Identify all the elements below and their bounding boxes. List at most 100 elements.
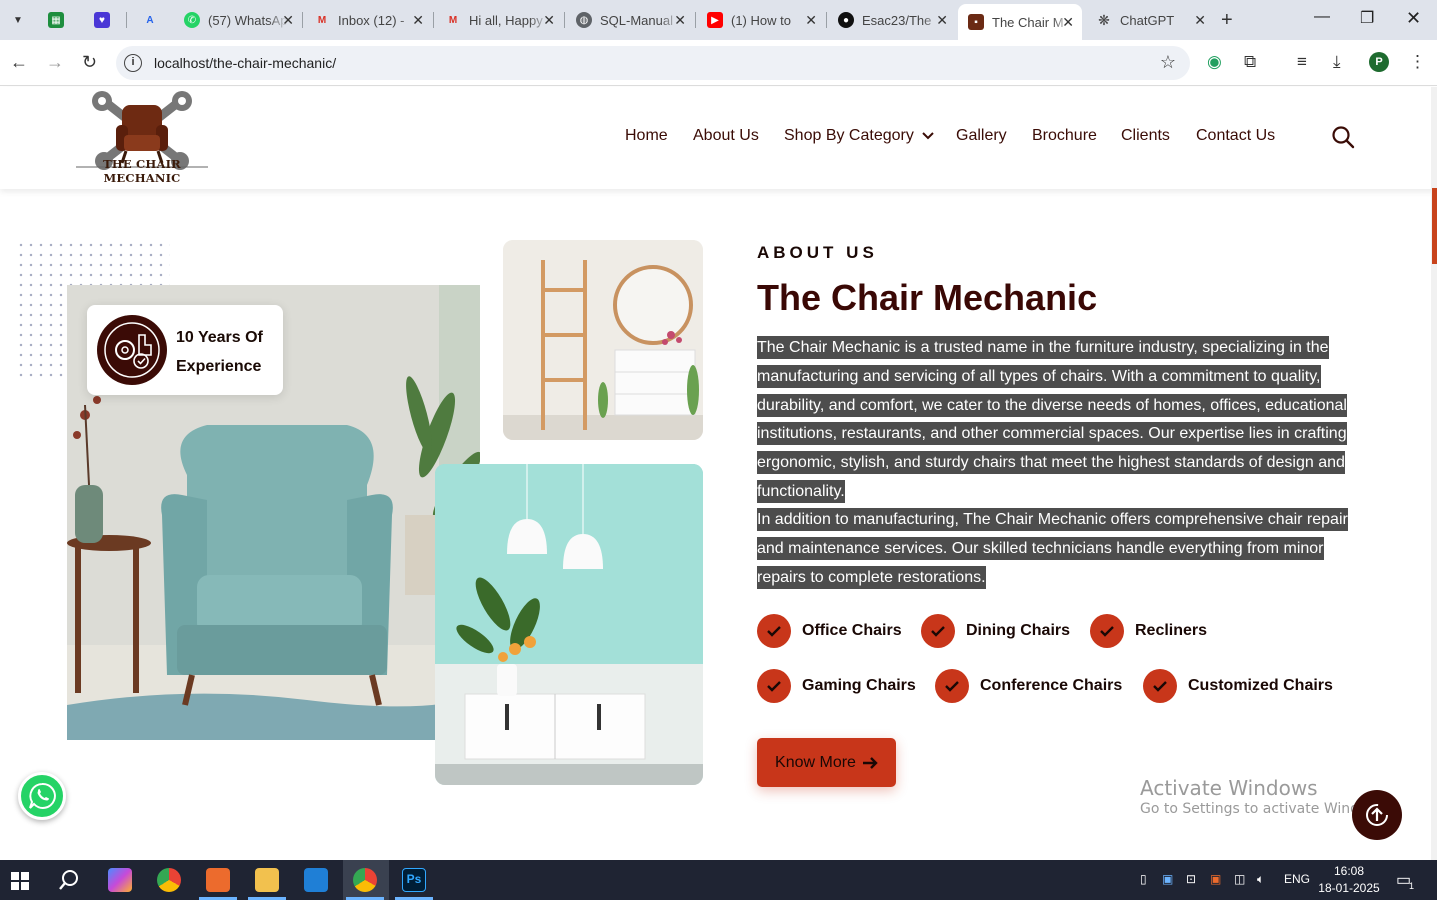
volume-icon[interactable]: 🔈︎ xyxy=(1257,872,1264,887)
heart-shield-icon: ♥ xyxy=(94,12,110,28)
check-icon xyxy=(1090,614,1124,648)
tab-title: Esac23/The xyxy=(862,12,932,28)
more-menu-icon[interactable]: ⋮ xyxy=(1409,52,1426,72)
arrow-right-icon xyxy=(862,756,878,769)
nav-contact-us[interactable]: Contact Us xyxy=(1196,127,1275,145)
wifi-icon[interactable]: ◫ xyxy=(1234,872,1245,886)
close-icon[interactable]: ✕ xyxy=(674,12,686,29)
windows-taskbar: Ps ▯ ▣ ⊡ ▣ ◫ 🔈︎ ENG 16:08 18-01-2025 ▭ 1 xyxy=(0,860,1437,900)
whatsapp-icon: ✆ xyxy=(184,12,200,28)
back-arrow-icon[interactable]: ← xyxy=(10,52,28,73)
xampp-tray-icon[interactable]: ▣ xyxy=(1210,872,1221,886)
tab-inbox[interactable]: M Inbox (12) - ✕ xyxy=(304,4,432,36)
restore-icon[interactable]: ❐ xyxy=(1360,8,1374,28)
battery-icon[interactable]: ▯ xyxy=(1140,872,1147,886)
feature-item: Customized Chairs xyxy=(1143,669,1333,703)
github-icon: ● xyxy=(838,12,854,28)
tab-search-chevron-icon[interactable]: ▼ xyxy=(6,8,30,32)
nav-clients[interactable]: Clients xyxy=(1121,127,1170,145)
translate-icon: A xyxy=(146,14,154,26)
tab-github[interactable]: ● Esac23/The ✕ xyxy=(828,4,956,36)
shelf-mirror-image xyxy=(503,240,703,440)
extension-eye-icon[interactable]: ◉ xyxy=(1207,52,1222,72)
extensions-puzzle-icon[interactable]: ⧉ xyxy=(1244,52,1256,72)
about-title: The Chair Mechanic xyxy=(757,277,1098,318)
address-toolbar: ← → ↻ i localhost/the-chair-mechanic/ ☆ … xyxy=(0,40,1437,86)
site-logo[interactable]: THE CHAIR MECHANIC xyxy=(66,91,218,187)
tab-title: Inbox (12) - xyxy=(338,12,405,28)
file-explorer-icon[interactable] xyxy=(255,868,279,892)
mint-cabinet-image xyxy=(435,464,703,785)
xampp-icon[interactable] xyxy=(206,868,230,892)
nav-home[interactable]: Home xyxy=(625,127,668,145)
close-icon[interactable]: ✕ xyxy=(282,12,294,29)
site-info-icon[interactable]: i xyxy=(124,54,142,72)
about-paragraph-1-text: The Chair Mechanic is a trusted name in … xyxy=(757,336,1347,503)
feature-item: Conference Chairs xyxy=(935,669,1122,703)
know-more-button[interactable]: Know More xyxy=(757,738,896,787)
tab-title: Hi all, Happy xyxy=(469,12,543,28)
about-paragraph-2-text: In addition to manufacturing, The Chair … xyxy=(757,508,1348,589)
check-icon xyxy=(921,614,955,648)
close-icon[interactable]: ✕ xyxy=(936,12,948,29)
nav-about-us[interactable]: About Us xyxy=(693,127,759,145)
tab-sql-manual[interactable]: ◍ SQL-Manual ✕ xyxy=(566,4,694,36)
nav-shop-label: Shop By Category xyxy=(784,127,914,144)
copilot-icon[interactable] xyxy=(108,868,132,892)
close-icon[interactable]: ✕ xyxy=(805,12,817,29)
chair-icon: ▪ xyxy=(968,14,984,30)
nav-gallery[interactable]: Gallery xyxy=(956,127,1007,145)
search-icon[interactable] xyxy=(58,869,80,891)
network-app-icon[interactable]: ▣ xyxy=(1162,872,1173,886)
tab-chatgpt[interactable]: ❋ ChatGPT ✕ xyxy=(1086,4,1214,36)
tab-hi-all[interactable]: M Hi all, Happy ✕ xyxy=(435,4,563,36)
display-icon[interactable]: ⊡ xyxy=(1186,872,1196,886)
feature-item: Office Chairs xyxy=(757,614,902,648)
language-indicator[interactable]: ENG xyxy=(1284,872,1310,886)
tab-youtube[interactable]: ▶ (1) How to ✕ xyxy=(697,4,825,36)
forward-arrow-icon[interactable]: → xyxy=(46,52,64,73)
tab-whatsapp[interactable]: ✆ (57) WhatsApp ✕ xyxy=(174,4,302,36)
profile-avatar[interactable]: P xyxy=(1369,52,1389,72)
clock-date: 18-01-2025 xyxy=(1318,881,1380,895)
minimize-icon[interactable]: — xyxy=(1314,8,1330,26)
feature-label: Gaming Chairs xyxy=(802,677,916,694)
download-icon[interactable]: ⤓ xyxy=(1333,52,1341,72)
search-icon[interactable] xyxy=(1331,125,1355,149)
url-bar[interactable]: i localhost/the-chair-mechanic/ ☆ xyxy=(116,46,1190,80)
tab-pinned-3[interactable]: A xyxy=(132,4,176,36)
tab-title: ChatGPT xyxy=(1120,12,1175,28)
photoshop-icon[interactable]: Ps xyxy=(402,868,426,892)
tab-the-chair-mechanic[interactable]: ▪ The Chair M ✕ xyxy=(958,4,1082,40)
close-window-icon[interactable]: ✕ xyxy=(1406,8,1421,29)
new-tab-plus-icon[interactable]: + xyxy=(1221,9,1233,32)
tab-pinned-sheets[interactable]: ▦ xyxy=(38,4,82,36)
url-text[interactable]: localhost/the-chair-mechanic/ xyxy=(154,55,336,71)
reload-icon[interactable]: ↻ xyxy=(82,52,97,73)
vscode-icon[interactable] xyxy=(304,868,328,892)
system-clock[interactable]: 16:08 18-01-2025 xyxy=(1318,863,1380,897)
whatsapp-icon xyxy=(29,782,56,809)
tab-title: (1) How to xyxy=(731,12,791,28)
gear-thumbs-up-icon xyxy=(104,322,160,378)
nav-brochure[interactable]: Brochure xyxy=(1032,127,1097,145)
browser-tab-bar: ▼ ▦ ♥ A ✆ (57) WhatsApp ✕ M Inbox (12) -… xyxy=(0,0,1437,40)
close-icon[interactable]: ✕ xyxy=(1194,12,1206,29)
close-icon[interactable]: ✕ xyxy=(412,12,424,29)
chrome-icon[interactable] xyxy=(157,868,181,892)
close-icon[interactable]: ✕ xyxy=(1062,14,1074,31)
scroll-to-top-button[interactable] xyxy=(1352,790,1402,840)
feature-label: Conference Chairs xyxy=(980,677,1123,694)
check-icon xyxy=(1143,669,1177,703)
chrome-icon[interactable] xyxy=(353,868,377,892)
notification-count: 1 xyxy=(1409,881,1415,891)
nav-shop-by-category[interactable]: Shop By Category xyxy=(784,127,935,145)
whatsapp-float-button[interactable] xyxy=(18,772,66,820)
media-queue-icon[interactable]: ≡ xyxy=(1297,52,1307,72)
windows-start-icon[interactable] xyxy=(11,872,29,890)
bookmark-star-icon[interactable]: ☆ xyxy=(1160,52,1176,73)
close-icon[interactable]: ✕ xyxy=(543,12,555,29)
tab-pinned-2[interactable]: ♥ xyxy=(84,4,128,36)
page-scrollbar-thumb[interactable] xyxy=(1432,188,1437,264)
check-icon xyxy=(935,669,969,703)
